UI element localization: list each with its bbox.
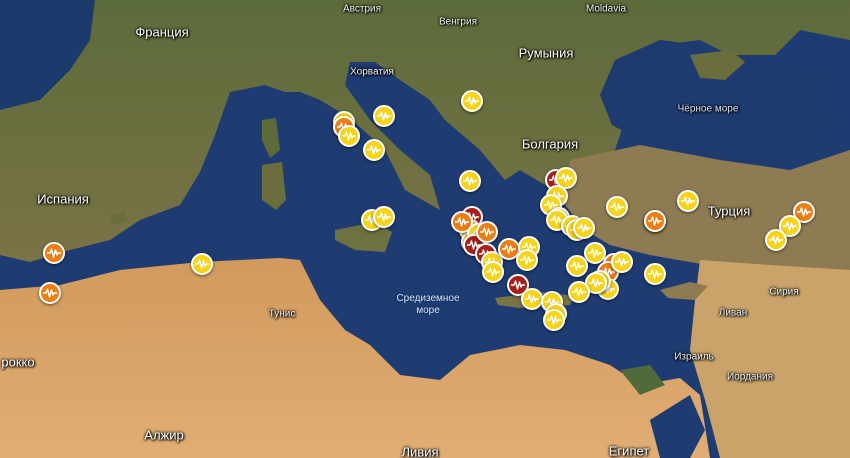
label-israel: Израиль bbox=[674, 351, 714, 363]
seismic-wave-icon bbox=[525, 294, 539, 304]
earthquake-marker[interactable] bbox=[191, 253, 213, 275]
label-algeria: Алжир bbox=[144, 427, 184, 443]
earthquake-marker[interactable] bbox=[573, 217, 595, 239]
satellite-map[interactable]: Австрия Венгрия Moldavia Франция Хорвати… bbox=[0, 0, 850, 458]
seismic-wave-icon bbox=[377, 111, 391, 121]
earthquake-marker[interactable] bbox=[765, 229, 787, 251]
earthquake-marker[interactable] bbox=[363, 139, 385, 161]
earthquake-marker[interactable] bbox=[644, 210, 666, 232]
seismic-wave-icon bbox=[463, 176, 477, 186]
seismic-wave-icon bbox=[480, 227, 494, 237]
seismic-wave-icon bbox=[797, 207, 811, 217]
label-libya: Ливия bbox=[401, 444, 439, 458]
label-jordan: Иордания bbox=[726, 371, 774, 383]
seismic-wave-icon bbox=[589, 278, 603, 288]
earthquake-marker[interactable] bbox=[338, 125, 360, 147]
earthquake-marker[interactable] bbox=[568, 281, 590, 303]
label-syria: Сирия bbox=[769, 286, 799, 298]
earthquake-marker[interactable] bbox=[461, 90, 483, 112]
seismic-wave-icon bbox=[572, 287, 586, 297]
earthquake-marker[interactable] bbox=[43, 242, 65, 264]
label-hungary: Венгрия bbox=[439, 16, 477, 28]
seismic-wave-icon bbox=[648, 216, 662, 226]
earthquake-marker[interactable] bbox=[373, 206, 395, 228]
earthquake-marker[interactable] bbox=[459, 170, 481, 192]
seismic-wave-icon bbox=[502, 244, 516, 254]
label-turkey: Турция bbox=[707, 203, 751, 219]
label-egypt: Египет bbox=[608, 443, 650, 458]
seismic-wave-icon bbox=[520, 255, 534, 265]
seismic-wave-icon bbox=[648, 269, 662, 279]
seismic-wave-icon bbox=[195, 259, 209, 269]
label-austria: Австрия bbox=[342, 3, 382, 15]
seismic-wave-icon bbox=[547, 315, 561, 325]
label-moldova: Moldavia bbox=[585, 3, 627, 15]
seismic-wave-icon bbox=[465, 96, 479, 106]
earthquake-marker[interactable] bbox=[516, 249, 538, 271]
label-black-sea: Чёрное море bbox=[677, 103, 739, 115]
seismic-wave-icon bbox=[367, 145, 381, 155]
label-spain: Испания bbox=[37, 191, 89, 207]
seismic-wave-icon bbox=[681, 196, 695, 206]
earthquake-marker[interactable] bbox=[644, 263, 666, 285]
label-mediterranean-sea: Средиземное море bbox=[396, 293, 460, 316]
seismic-wave-icon bbox=[486, 267, 500, 277]
seismic-wave-icon bbox=[570, 261, 584, 271]
earthquake-marker[interactable] bbox=[543, 309, 565, 331]
seismic-wave-icon bbox=[588, 248, 602, 258]
seismic-wave-icon bbox=[455, 217, 469, 227]
label-bulgaria: Болгария bbox=[521, 136, 579, 152]
map-terrain bbox=[0, 0, 850, 458]
label-morocco: рокко bbox=[1, 354, 35, 370]
label-croatia: Хорватия bbox=[350, 66, 394, 78]
seismic-wave-icon bbox=[610, 202, 624, 212]
earthquake-marker[interactable] bbox=[373, 105, 395, 127]
earthquake-marker[interactable] bbox=[482, 261, 504, 283]
seismic-wave-icon bbox=[43, 288, 57, 298]
earthquake-marker[interactable] bbox=[566, 255, 588, 277]
label-tunisia: Тунис bbox=[268, 308, 296, 320]
seismic-wave-icon bbox=[47, 248, 61, 258]
seismic-wave-icon bbox=[377, 212, 391, 222]
earthquake-marker[interactable] bbox=[521, 288, 543, 310]
seismic-wave-icon bbox=[342, 131, 356, 141]
label-romania: Румыния bbox=[518, 45, 574, 61]
seismic-wave-icon bbox=[559, 173, 573, 183]
label-lebanon: Ливан bbox=[718, 307, 748, 319]
seismic-wave-icon bbox=[511, 280, 525, 290]
earthquake-marker[interactable] bbox=[606, 196, 628, 218]
seismic-wave-icon bbox=[577, 223, 591, 233]
earthquake-marker[interactable] bbox=[611, 251, 633, 273]
seismic-wave-icon bbox=[783, 221, 797, 231]
earthquake-marker[interactable] bbox=[677, 190, 699, 212]
seismic-wave-icon bbox=[769, 235, 783, 245]
earthquake-marker[interactable] bbox=[39, 282, 61, 304]
earthquake-marker[interactable] bbox=[476, 221, 498, 243]
label-france: Франция bbox=[135, 24, 189, 40]
seismic-wave-icon bbox=[615, 257, 629, 267]
